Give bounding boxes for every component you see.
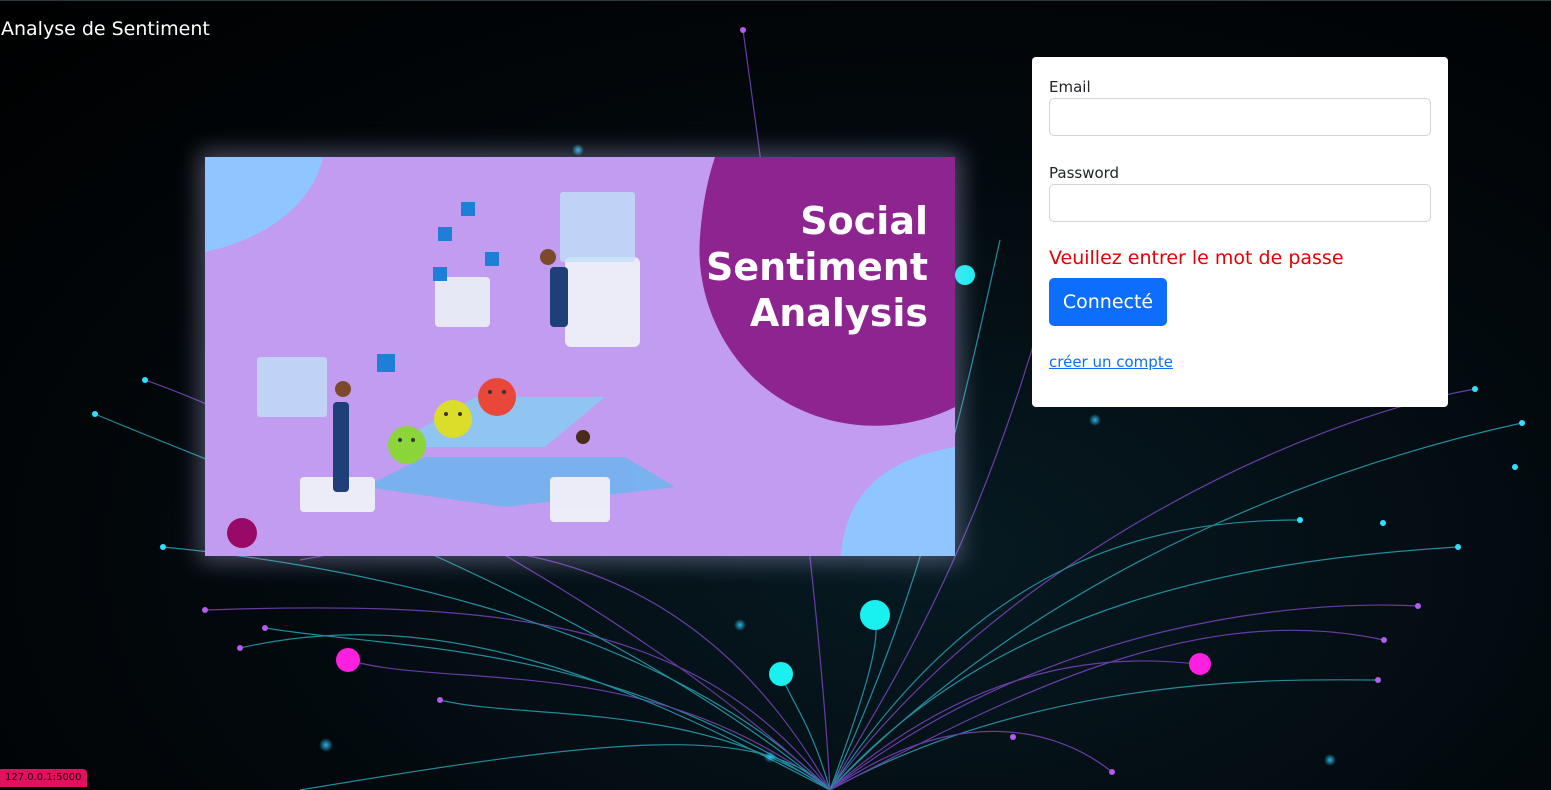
email-label: Email (1049, 78, 1091, 96)
app-title: Analyse de Sentiment (1, 18, 210, 40)
host-status-badge: 127.0.0.1:5000 (0, 769, 87, 787)
page: Analyse de Sentiment Social Sentiment An… (0, 0, 1551, 790)
create-account-link[interactable]: créer un compte (1049, 353, 1173, 371)
password-label: Password (1049, 164, 1120, 182)
hero-banner: Social Sentiment Analysis (205, 157, 955, 556)
hero-title-line2: Sentiment (706, 245, 928, 289)
hero-title-line3: Analysis (750, 291, 928, 335)
hero-title-line1: Social (800, 199, 928, 243)
email-field[interactable] (1049, 98, 1431, 136)
sentiment-illustration: Social Sentiment Analysis (205, 157, 955, 556)
login-button[interactable]: Connecté (1049, 278, 1167, 326)
error-message: Veuillez entrer le mot de passe (1049, 247, 1344, 269)
password-field[interactable] (1049, 184, 1431, 222)
login-card: Email Password Veuillez entrer le mot de… (1032, 57, 1448, 407)
